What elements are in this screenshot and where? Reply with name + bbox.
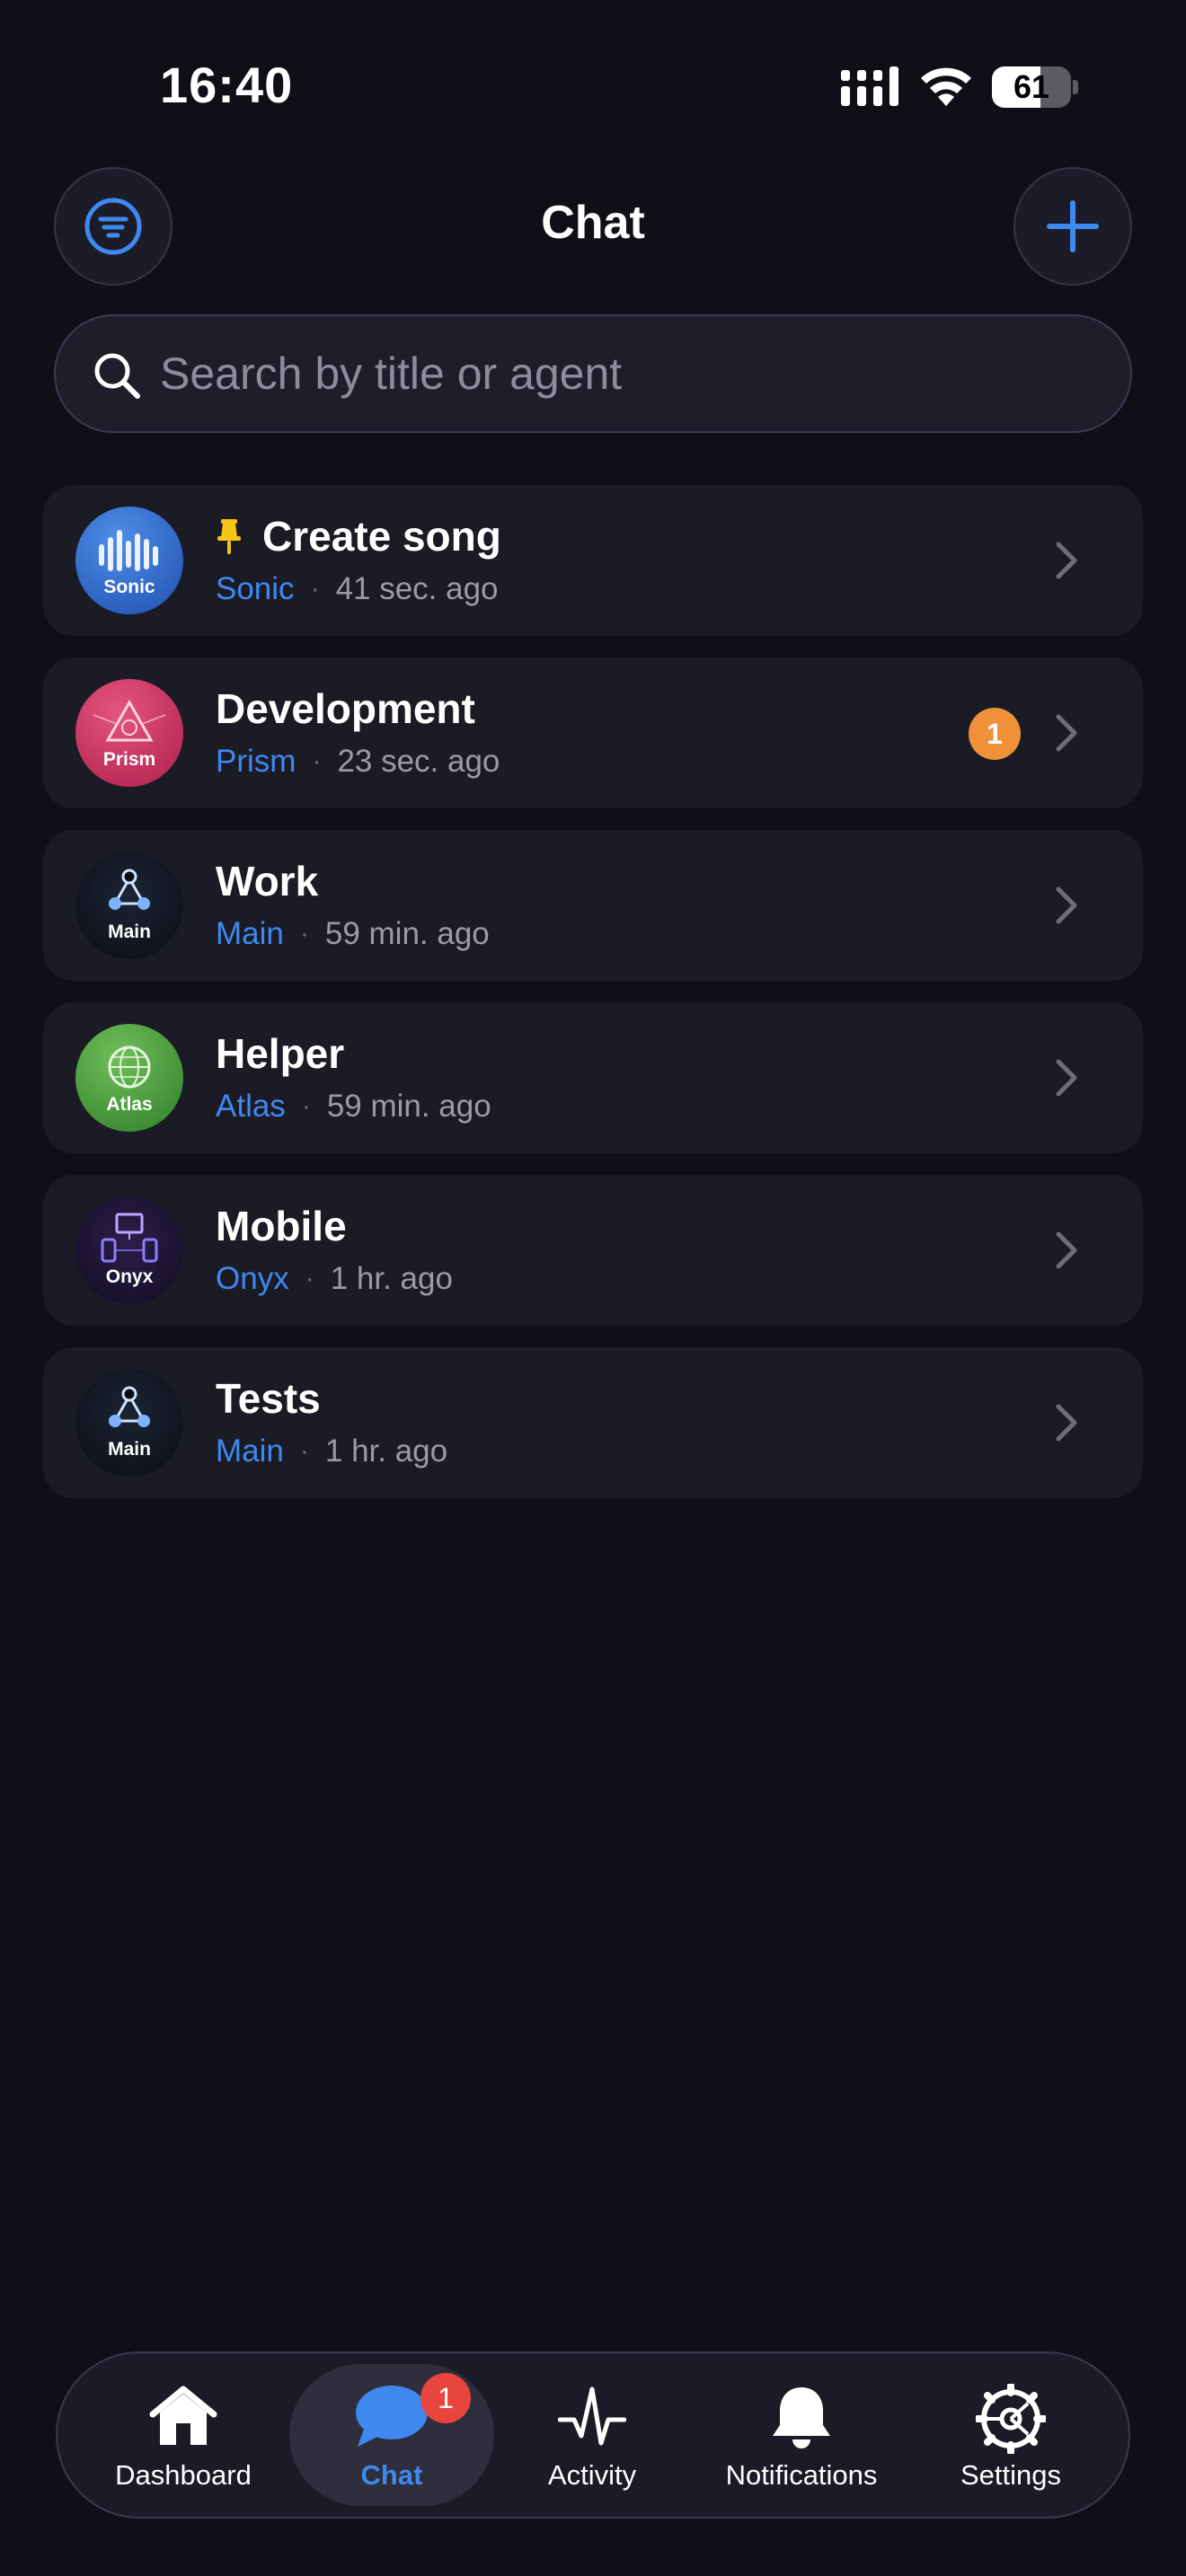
new-chat-button[interactable] — [1013, 167, 1132, 286]
tab-settings[interactable]: Settings — [925, 2353, 1096, 2517]
tab-activity[interactable]: Activity — [507, 2353, 677, 2517]
tab-label: Settings — [960, 2459, 1061, 2491]
avatar-label: Main — [108, 922, 151, 942]
agent-name: Prism — [216, 744, 296, 779]
globe-icon — [108, 1045, 151, 1089]
chat-time: 59 min. ago — [326, 1089, 491, 1124]
avatar: Atlas — [75, 1024, 183, 1132]
page-title: Chat — [541, 197, 645, 249]
chat-time: 41 sec. ago — [335, 571, 499, 606]
chevron-right-icon — [1056, 542, 1077, 579]
separator-dot: · — [310, 574, 320, 604]
separator-dot: · — [305, 1264, 314, 1293]
avatar: Onyx — [75, 1196, 183, 1304]
chat-item-development[interactable]: Prism Development Prism · 23 sec. ago 1 — [43, 657, 1143, 808]
avatar-label: Main — [108, 1439, 151, 1460]
tab-label: Dashboard — [115, 2459, 252, 2491]
tab-label: Activity — [547, 2459, 637, 2491]
chevron-right-icon — [1056, 1059, 1077, 1097]
chat-title: Mobile — [216, 1203, 347, 1249]
chat-bubble-icon — [356, 2386, 428, 2447]
avatar-label: Atlas — [106, 1094, 153, 1115]
unread-badge: 1 — [969, 708, 1021, 760]
chat-time: 23 sec. ago — [337, 744, 500, 779]
separator-dot: · — [301, 1091, 311, 1121]
separator-dot: · — [312, 746, 322, 776]
chevron-right-icon — [1056, 714, 1077, 752]
chat-title: Helper — [216, 1030, 345, 1077]
chat-title: Work — [216, 858, 319, 904]
avatar-label: Prism — [102, 749, 156, 770]
battery-indicator: 61 — [992, 66, 1078, 108]
plus-icon — [1047, 200, 1099, 252]
agent-name: Main — [216, 1434, 284, 1469]
wifi-icon — [921, 67, 971, 106]
agent-name: Atlas — [216, 1089, 286, 1124]
chat-item-create-song[interactable]: Sonic Create song Sonic · 41 sec. ago — [43, 485, 1143, 636]
tab-badge: 1 — [420, 2373, 471, 2423]
network-icon — [109, 1386, 150, 1427]
tab-label: Chat — [360, 2459, 423, 2491]
tab-dashboard[interactable]: Dashboard — [93, 2353, 273, 2517]
chat-time: 59 min. ago — [324, 916, 490, 951]
tab-chat[interactable]: 1 Chat — [289, 2364, 494, 2506]
signal-icon — [841, 66, 898, 106]
prism-icon — [93, 699, 166, 742]
chevron-right-icon — [1056, 887, 1077, 924]
battery-percent: 61 — [1013, 68, 1050, 105]
tab-bar: Dashboard 1 Chat Activity Notifications — [56, 2351, 1130, 2519]
avatar-label: Onyx — [105, 1266, 154, 1287]
activity-icon — [558, 2386, 626, 2446]
search-icon — [94, 353, 140, 399]
search-bar[interactable] — [54, 314, 1132, 433]
pin-icon — [216, 517, 243, 555]
agent-name: Sonic — [216, 571, 295, 606]
devices-icon — [101, 1213, 158, 1263]
avatar: Sonic — [75, 507, 183, 614]
agent-name: Onyx — [216, 1261, 289, 1296]
chat-item-tests[interactable]: Main Tests Main · 1 hr. ago — [43, 1347, 1143, 1498]
status-time: 16:40 — [160, 57, 294, 113]
avatar: Main — [75, 1369, 183, 1477]
chat-time: 1 hr. ago — [324, 1434, 448, 1469]
separator-dot: · — [299, 919, 309, 948]
chat-title: Development — [216, 685, 475, 732]
separator-dot: · — [299, 1436, 309, 1466]
chat-title: Create song — [262, 513, 501, 560]
status-bar: 16:40 61 — [0, 0, 1186, 171]
chat-item-helper[interactable]: Atlas Helper Atlas · 59 min. ago — [43, 1002, 1143, 1153]
network-icon — [109, 869, 150, 910]
agent-name: Main — [216, 916, 284, 951]
bell-icon — [773, 2387, 830, 2448]
home-icon — [149, 2386, 217, 2445]
chat-item-work[interactable]: Main Work Main · 59 min. ago — [43, 830, 1143, 981]
avatar-label: Sonic — [103, 577, 155, 597]
avatar: Prism — [75, 679, 183, 787]
gear-icon — [976, 2384, 1046, 2454]
tab-label: Notifications — [725, 2459, 878, 2491]
sound-wave-icon — [99, 530, 158, 571]
avatar: Main — [75, 851, 183, 959]
search-input[interactable] — [160, 316, 1112, 431]
chat-item-mobile[interactable]: Onyx Mobile Onyx · 1 hr. ago — [43, 1175, 1143, 1326]
chat-title: Tests — [216, 1375, 321, 1422]
chat-time: 1 hr. ago — [330, 1261, 453, 1296]
tab-notifications[interactable]: Notifications — [694, 2353, 909, 2517]
chevron-right-icon — [1056, 1404, 1077, 1442]
chevron-right-icon — [1056, 1231, 1077, 1269]
